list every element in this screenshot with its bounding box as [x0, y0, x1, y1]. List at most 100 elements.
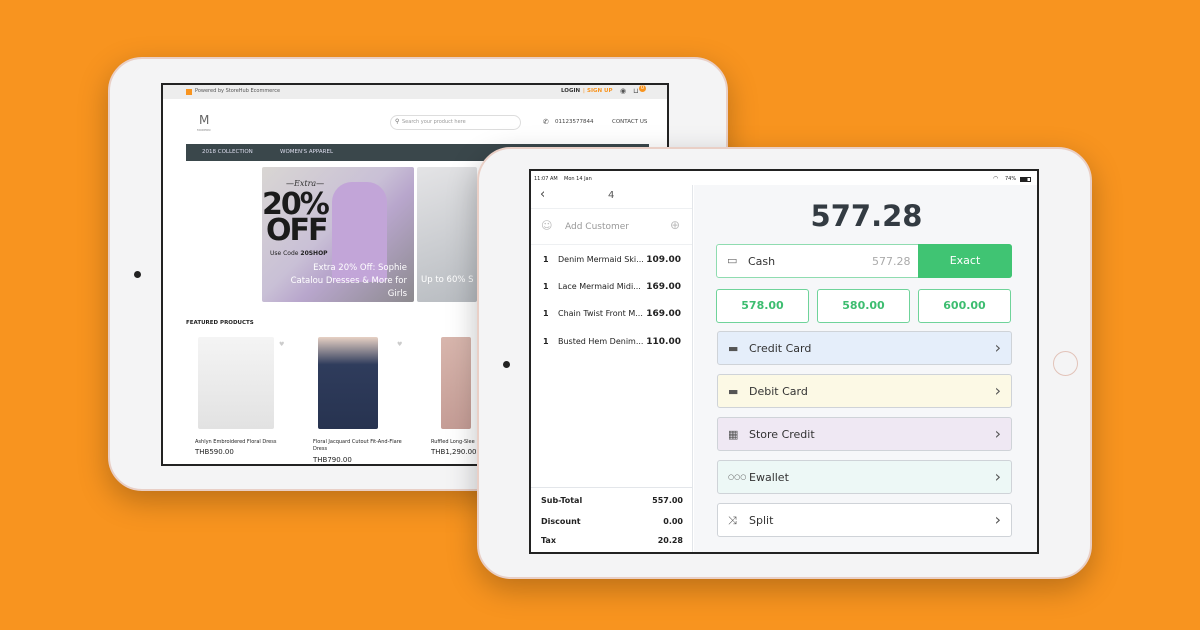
status-date: Mon 14 Jan — [564, 176, 592, 182]
product-price: THB1,290.00 — [431, 448, 477, 456]
chevron-right-icon: › — [994, 424, 1001, 443]
quick-amount-button[interactable]: 600.00 — [918, 289, 1011, 323]
cart-icon[interactable]: ⊔ — [633, 87, 638, 95]
method-label: Split — [749, 514, 774, 527]
product-price: THB790.00 — [313, 456, 352, 464]
product-name[interactable]: Ruffled Long-Slee — [431, 439, 475, 445]
split-icon: ⤨ — [728, 514, 737, 527]
search-icon: ⚲ — [395, 118, 400, 125]
add-customer-label: Add Customer — [565, 222, 630, 232]
featured-title: FEATURED PRODUCTS — [186, 320, 254, 326]
qty: 1 — [543, 337, 549, 346]
method-label: Ewallet — [749, 471, 789, 484]
item-price: 109.00 — [646, 255, 681, 265]
search-input[interactable]: ⚲ Search your product here — [390, 115, 521, 130]
cash-row[interactable]: ▭ Cash 577.28 Exact — [716, 244, 1012, 278]
chevron-right-icon: › — [994, 510, 1001, 529]
item-name: Denim Mermaid Ski... — [558, 255, 644, 264]
debit-card-button[interactable]: ▬ Debit Card › — [717, 374, 1012, 408]
cash-input[interactable]: 577.28 — [872, 255, 911, 268]
add-customer-row[interactable]: ☺ Add Customer ⊕ — [531, 208, 692, 245]
store-icon: ▦ — [728, 428, 739, 441]
qty: 1 — [543, 309, 549, 318]
wallet-icon: ▭ — [727, 254, 738, 267]
discount-value: 0.00 — [663, 517, 683, 526]
banner-1[interactable]: —Extra— 20% OFF Use Code 20SHOP Extra 20… — [262, 167, 414, 302]
tax-row: Tax 20.28 — [541, 536, 683, 545]
storehub-icon — [186, 89, 192, 95]
banner-off: OFF — [266, 213, 328, 248]
chevron-right-icon: › — [994, 467, 1001, 486]
search-placeholder: Search your product here — [402, 119, 466, 125]
user-icon[interactable]: ◉ — [620, 87, 626, 95]
method-label: Debit Card — [749, 385, 808, 398]
item-price: 169.00 — [646, 309, 681, 319]
nav-item-collection[interactable]: 2018 COLLECTION — [202, 149, 253, 155]
wishlist-icon[interactable]: ♥ — [397, 341, 402, 348]
subtotal-label: Sub-Total — [541, 496, 583, 505]
tax-label: Tax — [541, 536, 556, 545]
order-panel: ‹ 4 ☺ Add Customer ⊕ 1 Denim Mermaid Ski.… — [531, 185, 693, 552]
item-name: Busted Hem Denim... — [558, 337, 644, 346]
tax-value: 20.28 — [657, 536, 683, 545]
phone-number: 01123577844 — [555, 119, 594, 125]
phone-icon: ✆ — [543, 118, 549, 126]
discount-row: Discount 0.00 — [541, 517, 683, 526]
amount-due: 577.28 — [810, 199, 923, 233]
payment-panel: 577.28 ▭ Cash 577.28 Exact 578.00 580.00… — [694, 185, 1037, 552]
split-button[interactable]: ⤨ Split › — [717, 503, 1012, 537]
camera — [134, 271, 141, 278]
ewallet-icon: ○○○ — [728, 473, 747, 481]
battery-icon — [1020, 177, 1031, 182]
chevron-right-icon: › — [994, 338, 1001, 357]
login-link[interactable]: LOGIN — [561, 88, 580, 94]
banner-2[interactable]: Up to 60% S — [417, 167, 477, 302]
subtotal-row: Sub-Total 557.00 — [541, 496, 683, 505]
line-item[interactable]: 1 Denim Mermaid Ski... 109.00 — [531, 255, 691, 269]
credit-card-button[interactable]: ▬ Credit Card › — [717, 331, 1012, 365]
code-prefix: Use Code — [270, 250, 301, 257]
product-image[interactable] — [318, 337, 378, 429]
quick-amount-button[interactable]: 578.00 — [716, 289, 809, 323]
qty: 1 — [543, 255, 549, 264]
battery-level: 74% — [1005, 176, 1017, 182]
pos-screen: 11:07 AM Mon 14 Jan ◠ 74% ‹ 4 ☺ Add Cust… — [529, 169, 1039, 554]
logo[interactable]: M — [199, 113, 209, 127]
nav-item-apparel[interactable]: WOMEN'S APPAREL — [280, 149, 333, 155]
customer-icon: ☺ — [541, 219, 553, 232]
product-name[interactable]: Floral Jacquard Cutout Fit-And-Flare Dre… — [313, 439, 408, 453]
banner-code: Use Code 20SHOP — [270, 250, 328, 257]
method-label: Credit Card — [749, 342, 812, 355]
logo-text: MODERN — [197, 128, 211, 132]
store-credit-button[interactable]: ▦ Store Credit › — [717, 417, 1012, 451]
add-icon[interactable]: ⊕ — [670, 218, 680, 232]
wifi-icon: ◠ — [993, 175, 999, 182]
product-price: THB590.00 — [195, 448, 234, 456]
item-name: Chain Twist Front M... — [558, 309, 643, 318]
line-item[interactable]: 1 Chain Twist Front M... 169.00 — [531, 309, 691, 323]
cash-label: Cash — [748, 255, 776, 268]
quick-amount-button[interactable]: 580.00 — [817, 289, 910, 323]
contact-link[interactable]: CONTACT US — [612, 119, 647, 125]
ewallet-button[interactable]: ○○○ Ewallet › — [717, 460, 1012, 494]
item-name: Lace Mermaid Midi... — [558, 282, 641, 291]
status-time: 11:07 AM — [534, 176, 558, 182]
wishlist-icon[interactable]: ♥ — [279, 341, 284, 348]
cart-badge: 0 — [639, 85, 646, 92]
totals-divider — [531, 487, 692, 488]
chevron-right-icon: › — [994, 381, 1001, 400]
method-label: Store Credit — [749, 428, 815, 441]
order-number: 4 — [608, 190, 615, 201]
product-image[interactable] — [441, 337, 471, 429]
back-icon[interactable]: ‹ — [540, 187, 545, 202]
product-image[interactable] — [198, 337, 274, 429]
line-item[interactable]: 1 Busted Hem Denim... 110.00 — [531, 337, 691, 351]
product-name[interactable]: Ashlyn Embroidered Floral Dress — [195, 439, 305, 445]
signup-link[interactable]: SIGN UP — [587, 88, 613, 94]
qty: 1 — [543, 282, 549, 291]
exact-button[interactable]: Exact — [918, 244, 1012, 278]
line-item[interactable]: 1 Lace Mermaid Midi... 169.00 — [531, 282, 691, 296]
powered-by: Powered by StoreHub Ecommerce — [195, 88, 281, 94]
banner-caption: Extra 20% Off: Sophie Catalou Dresses & … — [290, 263, 407, 299]
subtotal-value: 557.00 — [652, 496, 683, 505]
